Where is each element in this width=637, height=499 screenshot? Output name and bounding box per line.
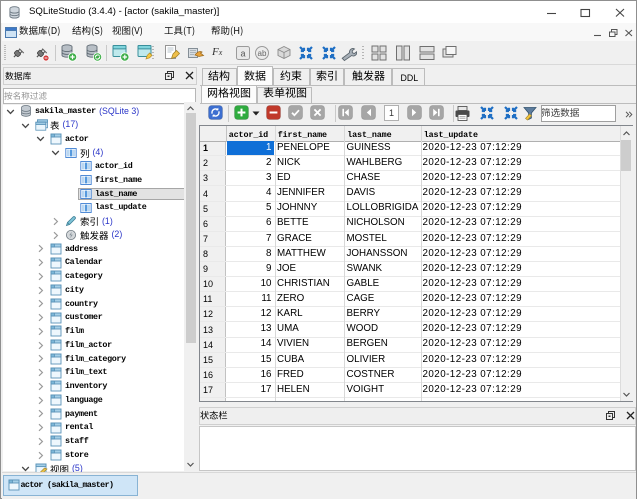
svg-text:a: a — [240, 49, 245, 59]
svg-text:ab: ab — [257, 49, 266, 58]
